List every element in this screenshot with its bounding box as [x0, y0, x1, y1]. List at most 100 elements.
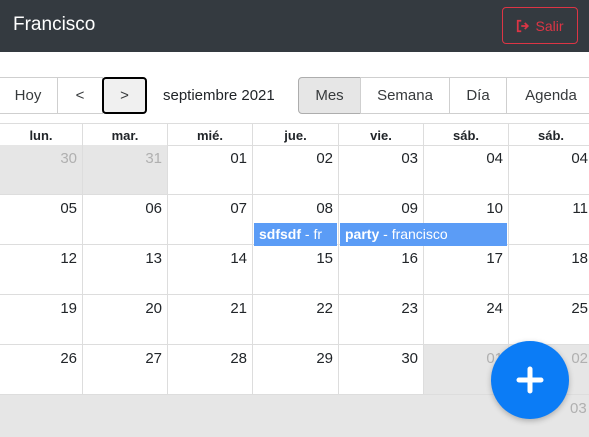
- prev-button[interactable]: <: [57, 77, 103, 114]
- event-separator: -: [301, 226, 314, 242]
- week-row: 19 20 21 22 23 24 25: [0, 295, 589, 345]
- day-cell[interactable]: 22: [252, 295, 338, 344]
- sign-out-icon: [517, 19, 530, 32]
- day-number[interactable]: 11: [572, 200, 588, 217]
- day-number[interactable]: 04: [486, 150, 503, 167]
- day-number[interactable]: 09: [401, 200, 418, 217]
- day-number[interactable]: 06: [145, 200, 162, 217]
- day-number[interactable]: 19: [60, 300, 77, 317]
- day-number[interactable]: 18: [571, 250, 588, 267]
- event-sdfsdf[interactable]: sdfsdf - fr: [254, 223, 337, 246]
- day-number[interactable]: 14: [230, 250, 247, 267]
- day-number[interactable]: 05: [60, 200, 77, 217]
- day-number[interactable]: 26: [60, 350, 77, 367]
- day-number[interactable]: 17: [486, 250, 503, 267]
- day-number[interactable]: 24: [486, 300, 503, 317]
- weekday-header: sáb.: [508, 124, 589, 146]
- logout-button[interactable]: Salir: [502, 7, 578, 44]
- weekday-header-row: lun. mar. mié. jue. vie. sáb. sáb.: [0, 123, 589, 146]
- day-cell[interactable]: 24: [423, 295, 508, 344]
- day-number[interactable]: 04: [571, 150, 588, 167]
- day-number[interactable]: 28: [230, 350, 247, 367]
- day-cell[interactable]: 16: [338, 245, 423, 294]
- day-cell[interactable]: 30: [338, 345, 423, 394]
- day-number[interactable]: 03: [401, 150, 418, 167]
- day-number[interactable]: 23: [401, 300, 418, 317]
- day-number[interactable]: 30: [60, 150, 77, 167]
- day-cell[interactable]: 04: [423, 145, 508, 194]
- day-number[interactable]: 31: [145, 150, 162, 167]
- event-title: sdfsdf: [259, 226, 301, 242]
- day-cell[interactable]: 29: [252, 345, 338, 394]
- brand-name[interactable]: Francisco: [13, 14, 95, 36]
- day-number[interactable]: 07: [230, 200, 247, 217]
- next-button[interactable]: >: [102, 77, 147, 114]
- day-cell[interactable]: 18: [508, 245, 589, 294]
- day-number[interactable]: 10: [486, 200, 503, 217]
- day-number[interactable]: 21: [230, 300, 247, 317]
- today-button[interactable]: Hoy: [0, 77, 58, 114]
- day-cell[interactable]: 03: [338, 145, 423, 194]
- day-cell[interactable]: 12: [0, 245, 82, 294]
- day-number[interactable]: 01: [230, 150, 247, 167]
- weekday-header: jue.: [252, 124, 338, 146]
- add-event-button[interactable]: [491, 341, 569, 419]
- day-number-off-month[interactable]: 03: [570, 400, 587, 417]
- day-number[interactable]: 02: [316, 150, 333, 167]
- weekday-header: mar.: [82, 124, 167, 146]
- day-cell[interactable]: 14: [167, 245, 252, 294]
- day-cell[interactable]: 20: [82, 295, 167, 344]
- day-cell[interactable]: 27: [82, 345, 167, 394]
- event-title: party: [345, 226, 380, 242]
- day-cell-off-month[interactable]: 30: [0, 145, 82, 194]
- day-number[interactable]: 29: [316, 350, 333, 367]
- day-number[interactable]: 13: [145, 250, 162, 267]
- day-cell[interactable]: 21: [167, 295, 252, 344]
- event-party[interactable]: party - francisco: [340, 223, 507, 246]
- day-cell[interactable]: 04: [508, 145, 589, 194]
- day-number[interactable]: 27: [145, 350, 162, 367]
- day-number[interactable]: 22: [316, 300, 333, 317]
- calendar-toolbar: Hoy < > septiembre 2021 Mes Semana Día A…: [0, 77, 589, 114]
- day-cell-off-month[interactable]: 31: [82, 145, 167, 194]
- day-cell[interactable]: 26: [0, 345, 82, 394]
- day-number[interactable]: 30: [401, 350, 418, 367]
- day-cell[interactable]: 15: [252, 245, 338, 294]
- current-period-label: septiembre 2021: [163, 87, 275, 104]
- day-number[interactable]: 20: [145, 300, 162, 317]
- event-separator: -: [379, 226, 392, 242]
- logout-label: Salir: [535, 17, 564, 34]
- navbar: Francisco Salir: [0, 0, 589, 52]
- day-cell[interactable]: 23: [338, 295, 423, 344]
- day-number[interactable]: 02: [571, 350, 588, 367]
- day-cell[interactable]: 19: [0, 295, 82, 344]
- weekday-header: mié.: [167, 124, 252, 146]
- day-cell[interactable]: 17: [423, 245, 508, 294]
- weekday-header: sáb.: [423, 124, 508, 146]
- day-number[interactable]: 12: [60, 250, 77, 267]
- day-number[interactable]: 16: [401, 250, 418, 267]
- view-day-button[interactable]: Día: [449, 77, 507, 114]
- day-cell[interactable]: 13: [82, 245, 167, 294]
- day-number[interactable]: 25: [571, 300, 588, 317]
- view-agenda-button[interactable]: Agenda: [506, 77, 589, 114]
- day-cell[interactable]: 28: [167, 345, 252, 394]
- plus-icon: [516, 366, 544, 394]
- day-cell[interactable]: 02: [252, 145, 338, 194]
- day-cell[interactable]: 06: [82, 195, 167, 244]
- day-cell[interactable]: 11: [508, 195, 589, 244]
- week-row: 12 13 14 15 16 17 18: [0, 245, 589, 295]
- weekday-header: lun.: [29, 127, 53, 143]
- day-cell[interactable]: 01: [167, 145, 252, 194]
- weekday-header: vie.: [338, 124, 423, 146]
- day-cell[interactable]: 05: [0, 195, 82, 244]
- view-month-button[interactable]: Mes: [298, 77, 361, 114]
- day-cell[interactable]: 25: [508, 295, 589, 344]
- view-week-button[interactable]: Semana: [360, 77, 450, 114]
- event-owner: francisco: [391, 226, 448, 242]
- day-cell[interactable]: 07: [167, 195, 252, 244]
- day-number[interactable]: 15: [316, 250, 333, 267]
- event-owner: fr: [313, 226, 323, 242]
- week-row: 30 31 01 02 03 04 04: [0, 145, 589, 195]
- day-number[interactable]: 08: [316, 200, 333, 217]
